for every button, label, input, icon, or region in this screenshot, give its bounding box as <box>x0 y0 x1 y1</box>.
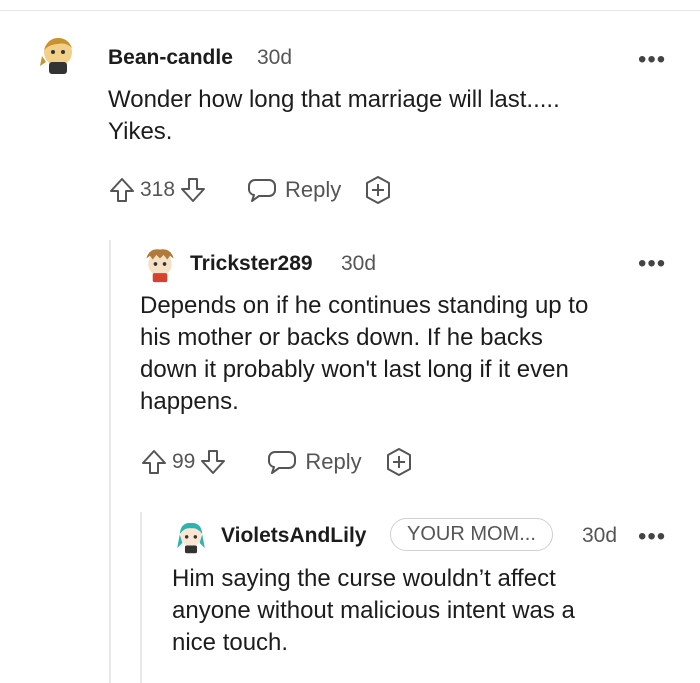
speech-bubble-icon <box>268 451 297 474</box>
comment-line: nice touch. <box>172 629 289 656</box>
comment-author[interactable]: Bean-candle <box>108 46 233 70</box>
more-options-icon[interactable]: ••• <box>638 48 666 72</box>
comment-author[interactable]: Trickster289 <box>190 252 313 276</box>
thread-line-1 <box>109 240 111 683</box>
comment-line: Wonder how long that marriage will last.… <box>108 86 560 113</box>
user-flair: YOUR MOM... <box>390 518 553 551</box>
comment-actions: 99 Reply <box>140 446 414 478</box>
comment-age: 30d <box>582 524 618 547</box>
thread-line-2 <box>140 512 142 683</box>
comment-body: Depends on if he continues standing up t… <box>140 290 680 418</box>
more-options-icon[interactable]: ••• <box>638 525 666 549</box>
downvote-icon[interactable] <box>199 448 227 476</box>
reply-button[interactable]: Reply <box>247 176 341 204</box>
comment-line: Him saying the curse wouldn’t affect <box>172 565 556 592</box>
comment-line: his mother or backs down. If he backs <box>140 324 543 351</box>
comment-line: anyone without malicious intent was a <box>172 597 575 624</box>
upvote-icon[interactable] <box>140 448 168 476</box>
vote-count: 318 <box>140 178 176 201</box>
comment-line: Yikes. <box>108 118 173 145</box>
award-plus-icon[interactable] <box>384 447 414 477</box>
award-plus-icon[interactable] <box>363 175 393 205</box>
top-divider <box>0 10 700 11</box>
avatar[interactable] <box>172 516 210 556</box>
comment-line: down it probably won't last long if it e… <box>140 356 569 383</box>
vote-count: 99 <box>172 450 196 473</box>
comment-author[interactable]: VioletsAndLily <box>221 524 366 548</box>
reply-label: Reply <box>305 449 362 474</box>
reply-label: Reply <box>285 177 342 202</box>
comment-age: 30d <box>341 252 377 275</box>
reply-button[interactable]: Reply <box>267 448 362 476</box>
comment-body: Him saying the curse wouldn’t affect any… <box>172 563 682 659</box>
more-options-icon[interactable]: ••• <box>638 252 666 276</box>
comment-body: Wonder how long that marriage will last.… <box>108 84 668 148</box>
avatar[interactable] <box>36 32 80 76</box>
comment-line: happens. <box>140 388 239 415</box>
comment-age: 30d <box>257 46 293 69</box>
avatar[interactable] <box>140 244 180 284</box>
downvote-icon[interactable] <box>179 176 207 204</box>
upvote-icon[interactable] <box>108 176 136 204</box>
comment-line: Depends on if he continues standing up t… <box>140 292 589 319</box>
comment-actions: 318 Reply <box>108 174 393 206</box>
speech-bubble-icon <box>248 179 277 202</box>
